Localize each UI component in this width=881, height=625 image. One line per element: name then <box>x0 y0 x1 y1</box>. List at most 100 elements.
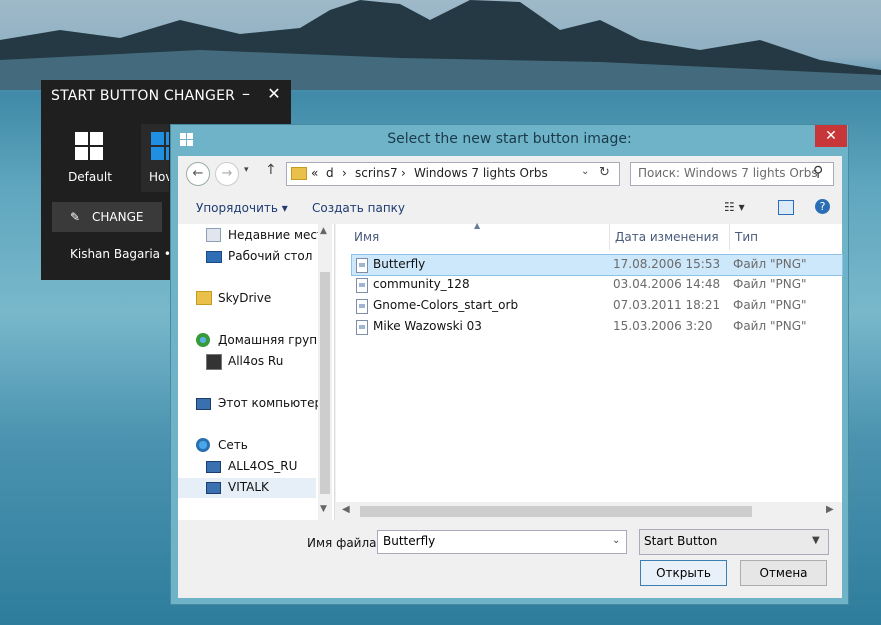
file-row-gnome[interactable]: Gnome-Colors_start_orb 07.03.2011 18:21 … <box>352 296 842 316</box>
column-headers: Имя ▲ Дата изменения Тип <box>336 221 842 250</box>
scroll-up-icon[interactable]: ▲ <box>320 226 327 236</box>
up-button[interactable]: ↑ <box>265 162 277 178</box>
app-title: START BUTTON CHANGER <box>51 88 236 104</box>
search-input[interactable]: Поиск: Windows 7 lights Orbs ⚲ <box>630 162 834 186</box>
nav-pane-scrollbar[interactable]: ▲ ▼ <box>318 224 332 520</box>
column-name[interactable]: Имя <box>354 230 379 244</box>
chevron-down-icon[interactable]: ▼ <box>812 535 820 546</box>
address-segment-current[interactable]: Windows 7 lights Orbs <box>414 166 548 180</box>
view-options-icon[interactable]: ☷ ▾ <box>724 200 745 214</box>
file-list-horizontal-scrollbar[interactable]: ◀ ▶ <box>336 502 842 520</box>
skydrive-icon <box>196 291 212 305</box>
user-icon <box>206 354 222 370</box>
file-date: 03.04.2006 14:48 <box>613 277 721 291</box>
computer-icon <box>196 398 211 410</box>
back-button[interactable]: ← <box>186 162 210 186</box>
forward-button[interactable]: → <box>215 162 239 186</box>
file-name: Gnome-Colors_start_orb <box>373 298 519 312</box>
open-button[interactable]: Открыть <box>640 560 727 586</box>
file-row-community[interactable]: community_128 03.04.2006 14:48 Файл "PNG… <box>352 275 842 295</box>
network-computer-icon <box>206 482 221 494</box>
nav-item-label: Рабочий стол <box>228 249 313 263</box>
address-bar[interactable]: « d › scrins7 › Windows 7 lights Orbs ⌄ … <box>286 162 620 186</box>
recent-places-icon <box>206 228 221 242</box>
scrollbar-thumb[interactable] <box>360 506 752 517</box>
navigation-bar: ← → ▾ ↑ « d › scrins7 › Windows 7 lights… <box>178 156 842 192</box>
organize-button[interactable]: Упорядочить ▾ <box>196 201 288 215</box>
cancel-button[interactable]: Отмена <box>740 560 827 586</box>
new-folder-button[interactable]: Создать папку <box>312 201 405 215</box>
file-type-value: Start Button <box>644 534 718 548</box>
change-label: CHANGE <box>92 210 144 224</box>
file-type: Файл "PNG" <box>733 319 807 333</box>
option-hover-label: Hov <box>149 170 169 184</box>
preview-pane-icon[interactable] <box>778 200 794 215</box>
dialog-title: Select the new start button image: <box>387 131 632 147</box>
dialog-body: ← → ▾ ↑ « d › scrins7 › Windows 7 lights… <box>178 156 843 598</box>
column-divider[interactable] <box>609 224 610 250</box>
nav-item-label: Домашняя группа <box>218 333 333 347</box>
address-dropdown-icon[interactable]: ⌄ <box>581 166 589 177</box>
close-button[interactable]: ✕ <box>265 84 283 103</box>
homegroup-icon <box>196 333 210 347</box>
option-default-label: Default <box>68 170 112 184</box>
address-separator[interactable]: › <box>342 166 347 180</box>
scrollbar-thumb[interactable] <box>320 272 330 494</box>
chevron-down-icon[interactable]: ⌄ <box>612 535 620 546</box>
network-icon <box>196 438 210 452</box>
windows-logo-icon <box>75 132 103 160</box>
command-bar: Упорядочить ▾ Создать папку ☷ ▾ ? <box>178 196 842 222</box>
file-row-mike-wazowski[interactable]: Mike Wazowski 03 15.03.2006 3:20 Файл "P… <box>352 317 842 337</box>
address-overflow[interactable]: « <box>311 166 318 180</box>
scroll-right-icon[interactable]: ▶ <box>826 504 834 515</box>
file-name: Butterfly <box>373 257 426 271</box>
file-type-select[interactable]: Start Button ▼ <box>639 529 829 555</box>
file-type: Файл "PNG" <box>733 298 807 312</box>
address-separator[interactable]: › <box>401 166 406 180</box>
file-name-label: Имя файла: <box>307 536 381 550</box>
png-file-icon <box>356 278 368 293</box>
file-name: community_128 <box>373 277 470 291</box>
scroll-left-icon[interactable]: ◀ <box>342 504 350 515</box>
change-button[interactable]: ✎ CHANGE <box>52 202 162 232</box>
background-rocks <box>0 0 881 90</box>
help-icon[interactable]: ? <box>815 199 830 214</box>
option-hover[interactable]: Hov <box>141 124 169 192</box>
nav-item-label: ALL4OS_RU <box>228 459 298 473</box>
pencil-icon: ✎ <box>70 210 81 224</box>
sort-ascending-icon: ▲ <box>474 221 481 230</box>
nav-item-label: SkyDrive <box>218 291 272 305</box>
file-name-value: Butterfly <box>383 534 436 548</box>
refresh-icon[interactable]: ↻ <box>599 165 610 180</box>
nav-item-vitalk[interactable]: VITALK <box>178 478 316 498</box>
file-name-input[interactable]: Butterfly ⌄ <box>377 530 627 554</box>
option-default[interactable]: Default <box>52 124 128 192</box>
nav-item-label: Этот компьютер <box>218 396 323 410</box>
open-file-dialog: Select the new start button image: ✕ ← →… <box>170 124 849 605</box>
file-list: Имя ▲ Дата изменения Тип Butterfly 17.08… <box>336 221 843 520</box>
file-date: 07.03.2011 18:21 <box>613 298 721 312</box>
column-type[interactable]: Тип <box>735 230 758 244</box>
address-segment-d[interactable]: d <box>326 166 334 180</box>
file-row-butterfly[interactable]: Butterfly 17.08.2006 15:53 Файл "PNG" <box>351 254 843 276</box>
column-date[interactable]: Дата изменения <box>615 230 719 244</box>
search-placeholder: Поиск: Windows 7 lights Orbs <box>638 166 818 180</box>
file-date: 15.03.2006 3:20 <box>613 319 713 333</box>
png-file-icon <box>356 320 368 335</box>
nav-item-label: VITALK <box>228 480 269 494</box>
file-type: Файл "PNG" <box>733 277 807 291</box>
file-name: Mike Wazowski 03 <box>373 319 482 333</box>
nav-item-label: All4os Ru <box>228 354 284 368</box>
png-file-icon <box>356 299 368 314</box>
scroll-down-icon[interactable]: ▼ <box>320 504 327 514</box>
column-divider[interactable] <box>729 224 730 250</box>
windows-logo-blue-icon <box>151 132 169 160</box>
file-type: Файл "PNG" <box>733 257 807 271</box>
dialog-close-button[interactable]: ✕ <box>815 125 847 147</box>
minimize-button[interactable]: – <box>237 84 255 103</box>
desktop-icon <box>206 251 222 263</box>
search-icon[interactable]: ⚲ <box>813 164 823 180</box>
address-segment-scrins7[interactable]: scrins7 <box>355 166 398 180</box>
nav-item-label: Сеть <box>218 438 248 452</box>
recent-locations-dropdown[interactable]: ▾ <box>244 165 249 175</box>
